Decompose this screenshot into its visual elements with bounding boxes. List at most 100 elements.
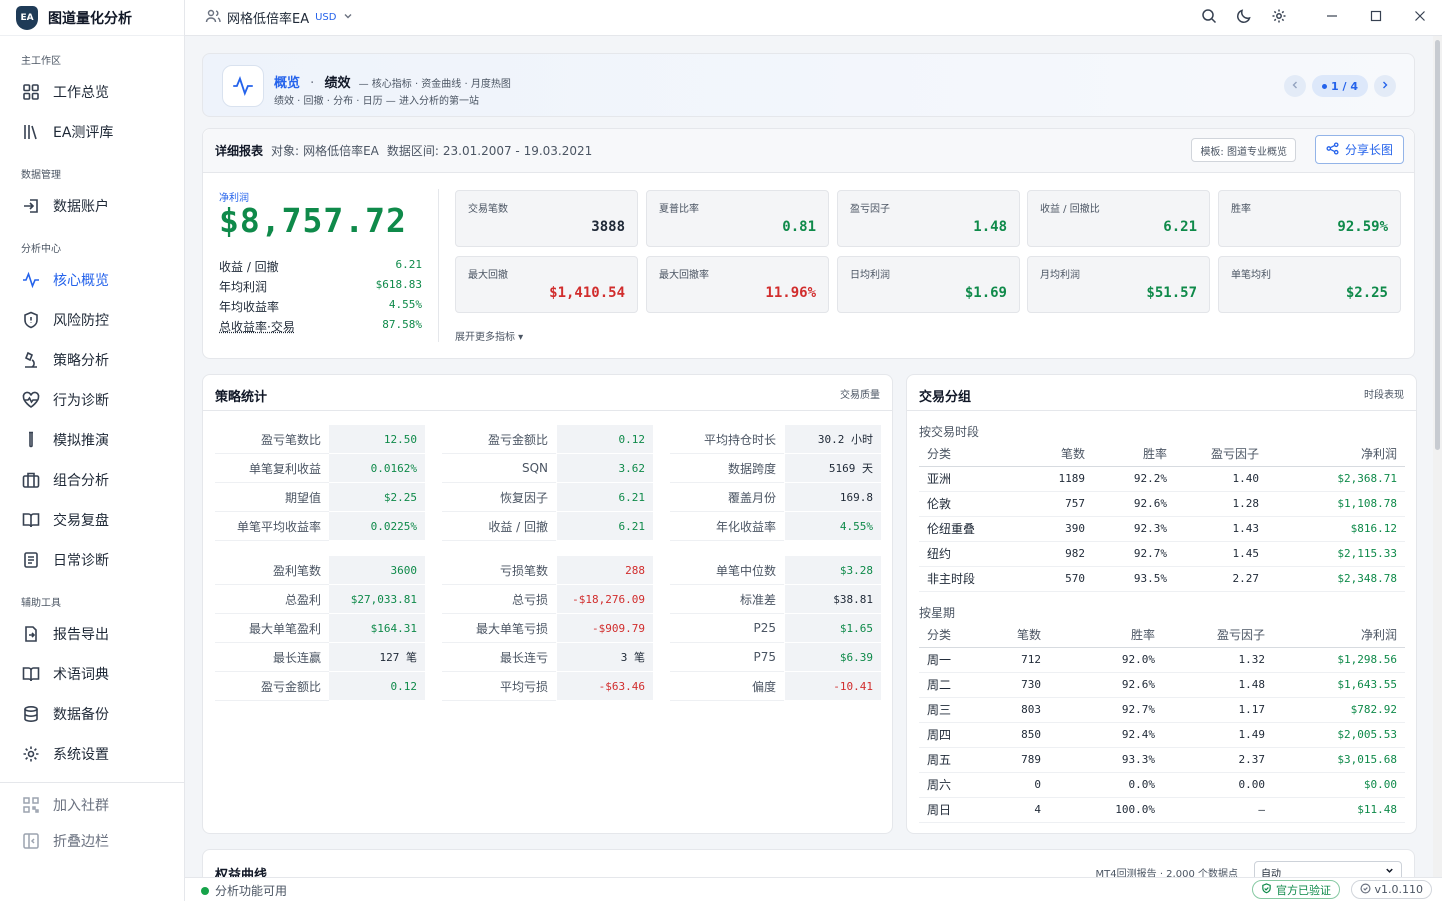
nav-item-risk[interactable]: 风险防控 [0,300,184,340]
stat-label: 期望值 [215,483,329,512]
column-header[interactable]: 胜率 [1049,622,1163,648]
close-button[interactable] [1398,0,1442,36]
qr-code-icon [21,795,41,815]
table-cell: 0.00 [1163,772,1273,798]
strategy-stats-card: 策略统计 交易质量 盈亏笔数比 12.50 盈亏金额比 0.12 平均持仓时长 30.2 … [202,374,893,834]
stat-value: 3600 [329,556,425,585]
stat-value: -$18,276.09 [557,585,653,614]
column-header[interactable]: 净利润 [1273,622,1405,648]
main-scrollbar[interactable] [1433,36,1442,877]
nav-item-ea-library[interactable]: EA测评库 [0,112,184,152]
nav-item-join-community[interactable]: 加入社群 [0,787,184,823]
table-cell: 周四 [919,722,1009,748]
kpi-label: 收益 / 回撤比 [1040,204,1100,215]
column-header[interactable]: 笔数 [1009,441,1093,467]
table-row: 周四 850 92.4% 1.49 $2,005.53 [919,722,1405,748]
next-page-button[interactable] [1374,75,1396,97]
breadcrumb[interactable]: 概览 [274,76,300,91]
column-header[interactable]: 胜率 [1093,441,1175,467]
table-cell: $2,115.33 [1267,541,1405,567]
nav-item-collapse-sidebar[interactable]: 折叠边栏 [0,823,184,859]
table-cell: 1.28 [1175,491,1267,517]
nav-item-data-account[interactable]: 数据账户 [0,186,184,226]
kpi-card: 最大回撤率 11.96% [646,256,829,313]
kpi-value: $2.25 [1345,285,1388,301]
table-cell: 92.4% [1049,722,1163,748]
stat-value: $38.81 [785,585,881,614]
page-description: — 核心指标 · 资金曲线 · 月度热图 [358,79,511,90]
maximize-button[interactable] [1354,0,1398,36]
search-button[interactable] [1191,0,1226,36]
template-select-button[interactable]: 模板: 图道专业概览 [1191,138,1296,162]
nav-item-backup[interactable]: 数据备份 [0,694,184,734]
activity-icon [222,65,264,107]
expand-more-metrics-button[interactable]: 展开更多指标 ▾ [455,328,523,343]
nav-item-simulation[interactable]: 模拟推演 [0,420,184,460]
column-header[interactable]: 盈亏因子 [1175,441,1267,467]
nav-item-trade-review[interactable]: 交易复盘 [0,500,184,540]
table-cell: $2,348.78 [1267,566,1405,592]
equity-mode-select[interactable]: 自动 [1254,861,1402,877]
nav-item-portfolio[interactable]: 组合分析 [0,460,184,500]
stat-value: 6.21 [557,512,653,541]
stat-value: 12.50 [329,425,425,454]
stat-value: -$63.46 [557,672,653,701]
table-cell: 1.43 [1175,516,1267,542]
table-cell: 2.37 [1163,747,1273,773]
nav-label: 策略分析 [53,353,109,369]
verified-badge[interactable]: 官方已验证 [1252,880,1340,899]
table-cell: $1,643.55 [1273,672,1405,698]
table-cell: $782.92 [1273,697,1405,723]
nav-item-overview[interactable]: 工作总览 [0,72,184,112]
kpi-label: 最大回撤 [468,270,508,281]
nav-item-settings[interactable]: 系统设置 [0,734,184,774]
kpi-card: 胜率 92.59% [1218,190,1401,247]
table-cell: $11.48 [1273,797,1405,823]
version-badge[interactable]: v1.0.110 [1350,880,1432,899]
theme-toggle-button[interactable] [1226,0,1261,36]
nav-label: 核心概览 [53,273,109,289]
table-cell: 1189 [1009,466,1093,492]
settings-button[interactable] [1261,0,1296,36]
stat-value: 0.12 [329,672,425,701]
nav-item-export[interactable]: 报告导出 [0,614,184,654]
stat-label: 盈亏笔数比 [215,425,329,454]
prev-page-button[interactable] [1284,75,1307,97]
nav-label: 模拟推演 [53,433,109,449]
column-header[interactable]: 分类 [919,622,1009,648]
nav-item-glossary[interactable]: 术语词典 [0,654,184,694]
account-switcher[interactable]: 网格低倍率EA USD [185,8,354,28]
stat-label: 盈亏金额比 [442,425,556,454]
nav-item-core-overview[interactable]: 核心概览 [0,260,184,300]
column-header[interactable]: 盈亏因子 [1163,622,1273,648]
kpi-value: 0.81 [782,219,816,235]
shield-icon [21,310,41,330]
kpi-label: 日均利润 [850,270,890,281]
table-cell: $816.12 [1267,516,1405,542]
table-cell: 982 [1009,541,1093,567]
column-header[interactable]: 分类 [919,441,1009,467]
kpi-card: 盈亏因子 1.48 [837,190,1020,247]
sidebar: EA 图道量化分析 主工作区 工作总览 EA测评库 数据管理 数据账户 分析中心… [0,0,185,901]
object-value: 网格低倍率EA [303,144,379,158]
sidebar-divider [0,782,184,783]
page-number: 1 / 4 [1331,79,1358,93]
minimize-button[interactable] [1310,0,1354,36]
stat-label: 覆盖月份 [670,483,784,512]
stat-value: 0.0162% [329,454,425,483]
summary-label: 年均收益率 [219,300,280,314]
scrollbar-thumb[interactable] [1435,40,1440,450]
nav-section-data: 数据管理 [21,170,61,181]
summary-value: 6.21 [395,258,423,271]
share-image-button[interactable]: 分享长图 [1314,135,1404,164]
column-header[interactable]: 笔数 [1009,622,1049,648]
table-cell: 4 [1009,797,1049,823]
stat-label: 最大单笔盈利 [215,614,329,643]
column-header[interactable]: 净利润 [1267,441,1405,467]
summary-label[interactable]: 总收益率·交易 [219,318,295,335]
table-cell: 1.32 [1163,647,1273,673]
table-cell: 1.40 [1175,466,1267,492]
nav-item-daily[interactable]: 日常诊断 [0,540,184,580]
nav-item-behavior[interactable]: 行为诊断 [0,380,184,420]
nav-item-strategy[interactable]: 策略分析 [0,340,184,380]
